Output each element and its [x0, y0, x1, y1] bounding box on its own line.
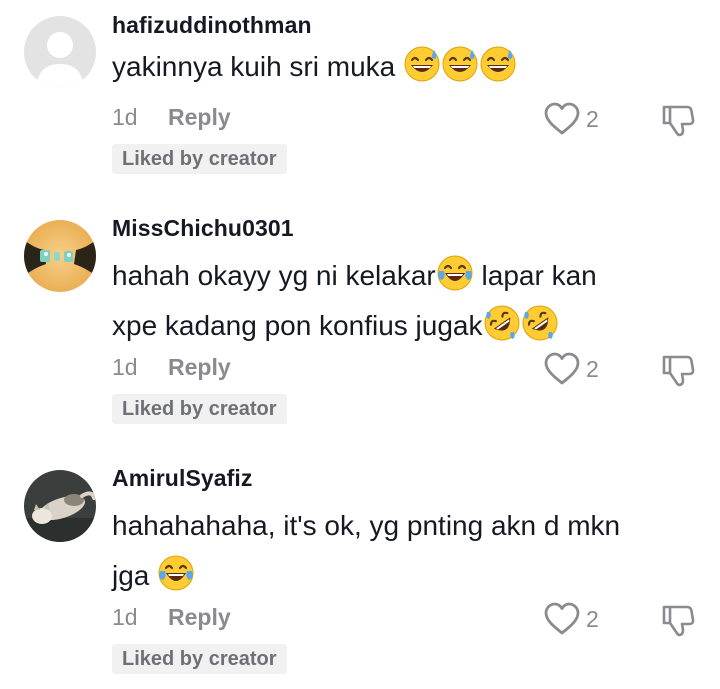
grinning-face-with-sweat-emoji-icon	[480, 46, 516, 82]
comment-time: 1d	[112, 604, 138, 630]
comment-username[interactable]: MissChichu0301	[112, 215, 294, 242]
comment-item: MissChichu0301 hahah okayy yg ni kelakar…	[0, 205, 720, 445]
like-button[interactable]: 2	[544, 102, 624, 136]
photo-avatar-icon	[24, 220, 96, 292]
like-count: 2	[586, 606, 599, 632]
thumbs-down-outline-icon	[660, 602, 696, 638]
dislike-button[interactable]	[660, 602, 696, 638]
comment-time: 1d	[112, 104, 138, 130]
comment-username[interactable]: AmirulSyafiz	[112, 465, 253, 492]
comment-text: hahahahaha, it's ok, yg pnting akn d mkn…	[112, 501, 672, 601]
heart-outline-icon	[544, 352, 580, 386]
comment-text-segment: lapar kan	[473, 260, 597, 291]
face-with-tears-of-joy-emoji-icon	[158, 555, 194, 591]
rolling-on-floor-laughing-emoji-icon	[522, 305, 558, 341]
comment-text-segment: jga	[112, 560, 158, 591]
comment-text: yakinnya kuih sri muka	[112, 42, 672, 92]
avatar[interactable]	[24, 16, 96, 88]
cat-photo-avatar-icon	[24, 470, 96, 542]
comment-text-segment: yakinnya kuih sri muka	[112, 51, 404, 82]
comment-item: AmirulSyafiz hahahahaha, it's ok, yg pnt…	[0, 455, 720, 689]
comment-text-segment: hahah okayy yg ni kelakar	[112, 260, 436, 291]
comment-item: hafizuddinothman yakinnya kuih sri muka …	[0, 0, 720, 190]
comment-meta: 1d Reply 2	[112, 352, 712, 384]
like-count: 2	[586, 106, 599, 132]
comment-time: 1d	[112, 354, 138, 380]
comment-text-segment: xpe kadang pon konfius jugak	[112, 310, 483, 341]
avatar[interactable]	[24, 220, 96, 292]
face-with-tears-of-joy-emoji-icon	[437, 255, 473, 291]
avatar[interactable]	[24, 470, 96, 542]
liked-by-creator-badge: Liked by creator	[112, 644, 287, 674]
default-avatar-icon	[24, 16, 96, 88]
dislike-button[interactable]	[660, 102, 696, 138]
dislike-button[interactable]	[660, 352, 696, 388]
comment-meta: 1d Reply 2	[112, 102, 712, 134]
like-count: 2	[586, 356, 599, 382]
thumbs-down-outline-icon	[660, 102, 696, 138]
reply-button[interactable]: Reply	[168, 604, 231, 631]
comment-username[interactable]: hafizuddinothman	[112, 12, 312, 39]
liked-by-creator-badge: Liked by creator	[112, 144, 287, 174]
like-button[interactable]: 2	[544, 352, 624, 386]
heart-outline-icon	[544, 102, 580, 136]
grinning-face-with-sweat-emoji-icon	[404, 46, 440, 82]
comment-meta: 1d Reply 2	[112, 602, 712, 634]
comment-text-segment: hahahahaha, it's ok, yg pnting akn d mkn	[112, 510, 621, 541]
heart-outline-icon	[544, 602, 580, 636]
like-button[interactable]: 2	[544, 602, 624, 636]
rolling-on-floor-laughing-emoji-icon	[484, 305, 520, 341]
reply-button[interactable]: Reply	[168, 354, 231, 381]
thumbs-down-outline-icon	[660, 352, 696, 388]
grinning-face-with-sweat-emoji-icon	[442, 46, 478, 82]
reply-button[interactable]: Reply	[168, 104, 231, 131]
liked-by-creator-badge: Liked by creator	[112, 394, 287, 424]
comment-text: hahah okayy yg ni kelakar lapar kan xpe …	[112, 251, 672, 351]
